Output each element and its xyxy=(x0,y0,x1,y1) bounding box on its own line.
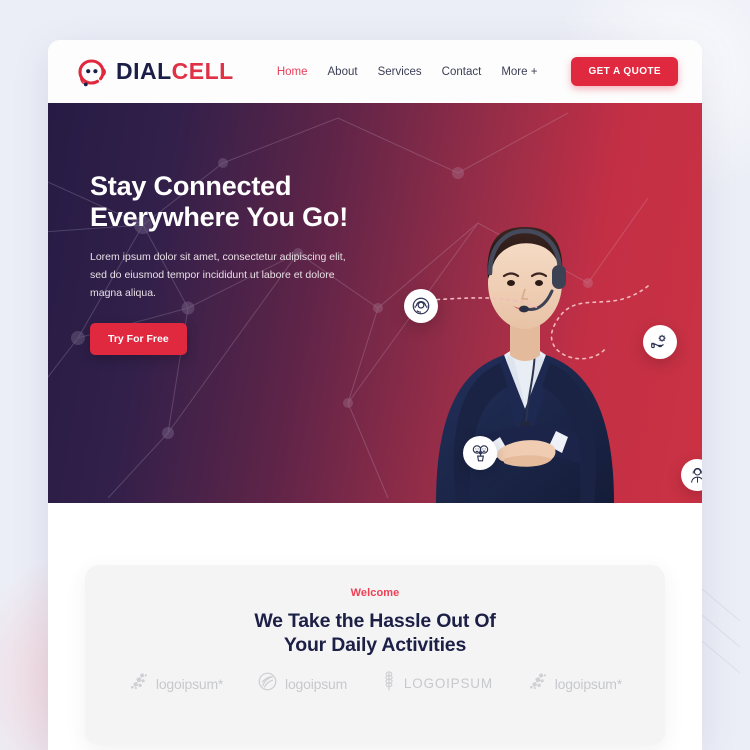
hand-gear-icon xyxy=(650,332,670,352)
brand-logo[interactable]: DIALCELL xyxy=(74,56,234,88)
hero-section: Stay Connected Everywhere You Go! Lorem … xyxy=(48,103,702,503)
headset-support-icon xyxy=(411,296,431,316)
welcome-kicker: Welcome xyxy=(350,587,400,599)
hero-paragraph: Lorem ipsum dolor sit amet, consectetur … xyxy=(90,250,346,300)
brand-name-part2: CELL xyxy=(171,58,234,84)
client-logo-3-label: LOGOIPSUM xyxy=(403,676,493,691)
hero-headline: Stay Connected Everywhere You Go! xyxy=(90,171,390,234)
decorative-edge-lines xyxy=(701,588,741,674)
headset-circle-icon xyxy=(74,56,108,88)
get-a-quote-button[interactable]: GET A QUOTE xyxy=(571,57,678,86)
pixel-cluster-icon xyxy=(527,671,548,697)
welcome-title-line1: We Take the Hassle Out Of xyxy=(254,610,496,632)
try-for-free-button[interactable]: Try For Free xyxy=(90,322,187,355)
client-logo-4-label: logoipsum* xyxy=(554,675,623,692)
site-header: DIALCELL Home About Services Contact Mor… xyxy=(48,40,702,103)
client-logo-1-label: logoipsum* xyxy=(155,675,224,692)
client-logo-2: logoipsum xyxy=(257,671,347,697)
brand-name-part1: DIAL xyxy=(116,58,172,84)
hero-headline-line2: Everywhere You Go! xyxy=(90,202,348,233)
hero-headline-line1: Stay Connected xyxy=(90,171,292,201)
wheat-stalk-icon xyxy=(381,670,397,697)
badge-hand-gear[interactable] xyxy=(643,325,677,359)
nav-item-services[interactable]: Services xyxy=(378,66,422,78)
welcome-card: Welcome We Take the Hassle Out Of Your D… xyxy=(85,565,665,745)
client-logo-row: logoipsum* logoipsum LOGOIPSUM logoipsum… xyxy=(85,670,665,697)
nav-item-about[interactable]: About xyxy=(328,66,358,78)
brand-wordmark: DIALCELL xyxy=(116,60,234,83)
client-logo-4: logoipsum* xyxy=(527,671,622,697)
main-navigation: Home About Services Contact More + GET A… xyxy=(277,57,678,86)
page-root: DIALCELL Home About Services Contact Mor… xyxy=(0,0,750,750)
agent-person-icon xyxy=(688,466,702,485)
welcome-title-line2: Your Daily Activities xyxy=(283,634,467,657)
nav-item-contact[interactable]: Contact xyxy=(442,66,482,78)
nav-item-home[interactable]: Home xyxy=(277,66,308,78)
client-logo-3: LOGOIPSUM xyxy=(381,670,493,697)
badge-feedback-faces[interactable] xyxy=(463,436,497,470)
pixel-cluster-icon xyxy=(128,671,149,697)
circle-swirl-icon xyxy=(257,671,278,697)
client-logo-2-label: logoipsum xyxy=(285,675,348,692)
website-card: DIALCELL Home About Services Contact Mor… xyxy=(48,40,702,750)
feedback-faces-icon xyxy=(470,443,491,464)
welcome-title: We Take the Hassle Out Of Your Daily Act… xyxy=(85,609,665,657)
nav-item-more[interactable]: More + xyxy=(501,66,537,78)
hero-content: Stay Connected Everywhere You Go! Lorem … xyxy=(90,171,390,355)
welcome-section: Welcome We Take the Hassle Out Of Your D… xyxy=(48,503,702,750)
badge-headset-support[interactable] xyxy=(404,289,438,323)
client-logo-1: logoipsum* xyxy=(128,671,223,697)
